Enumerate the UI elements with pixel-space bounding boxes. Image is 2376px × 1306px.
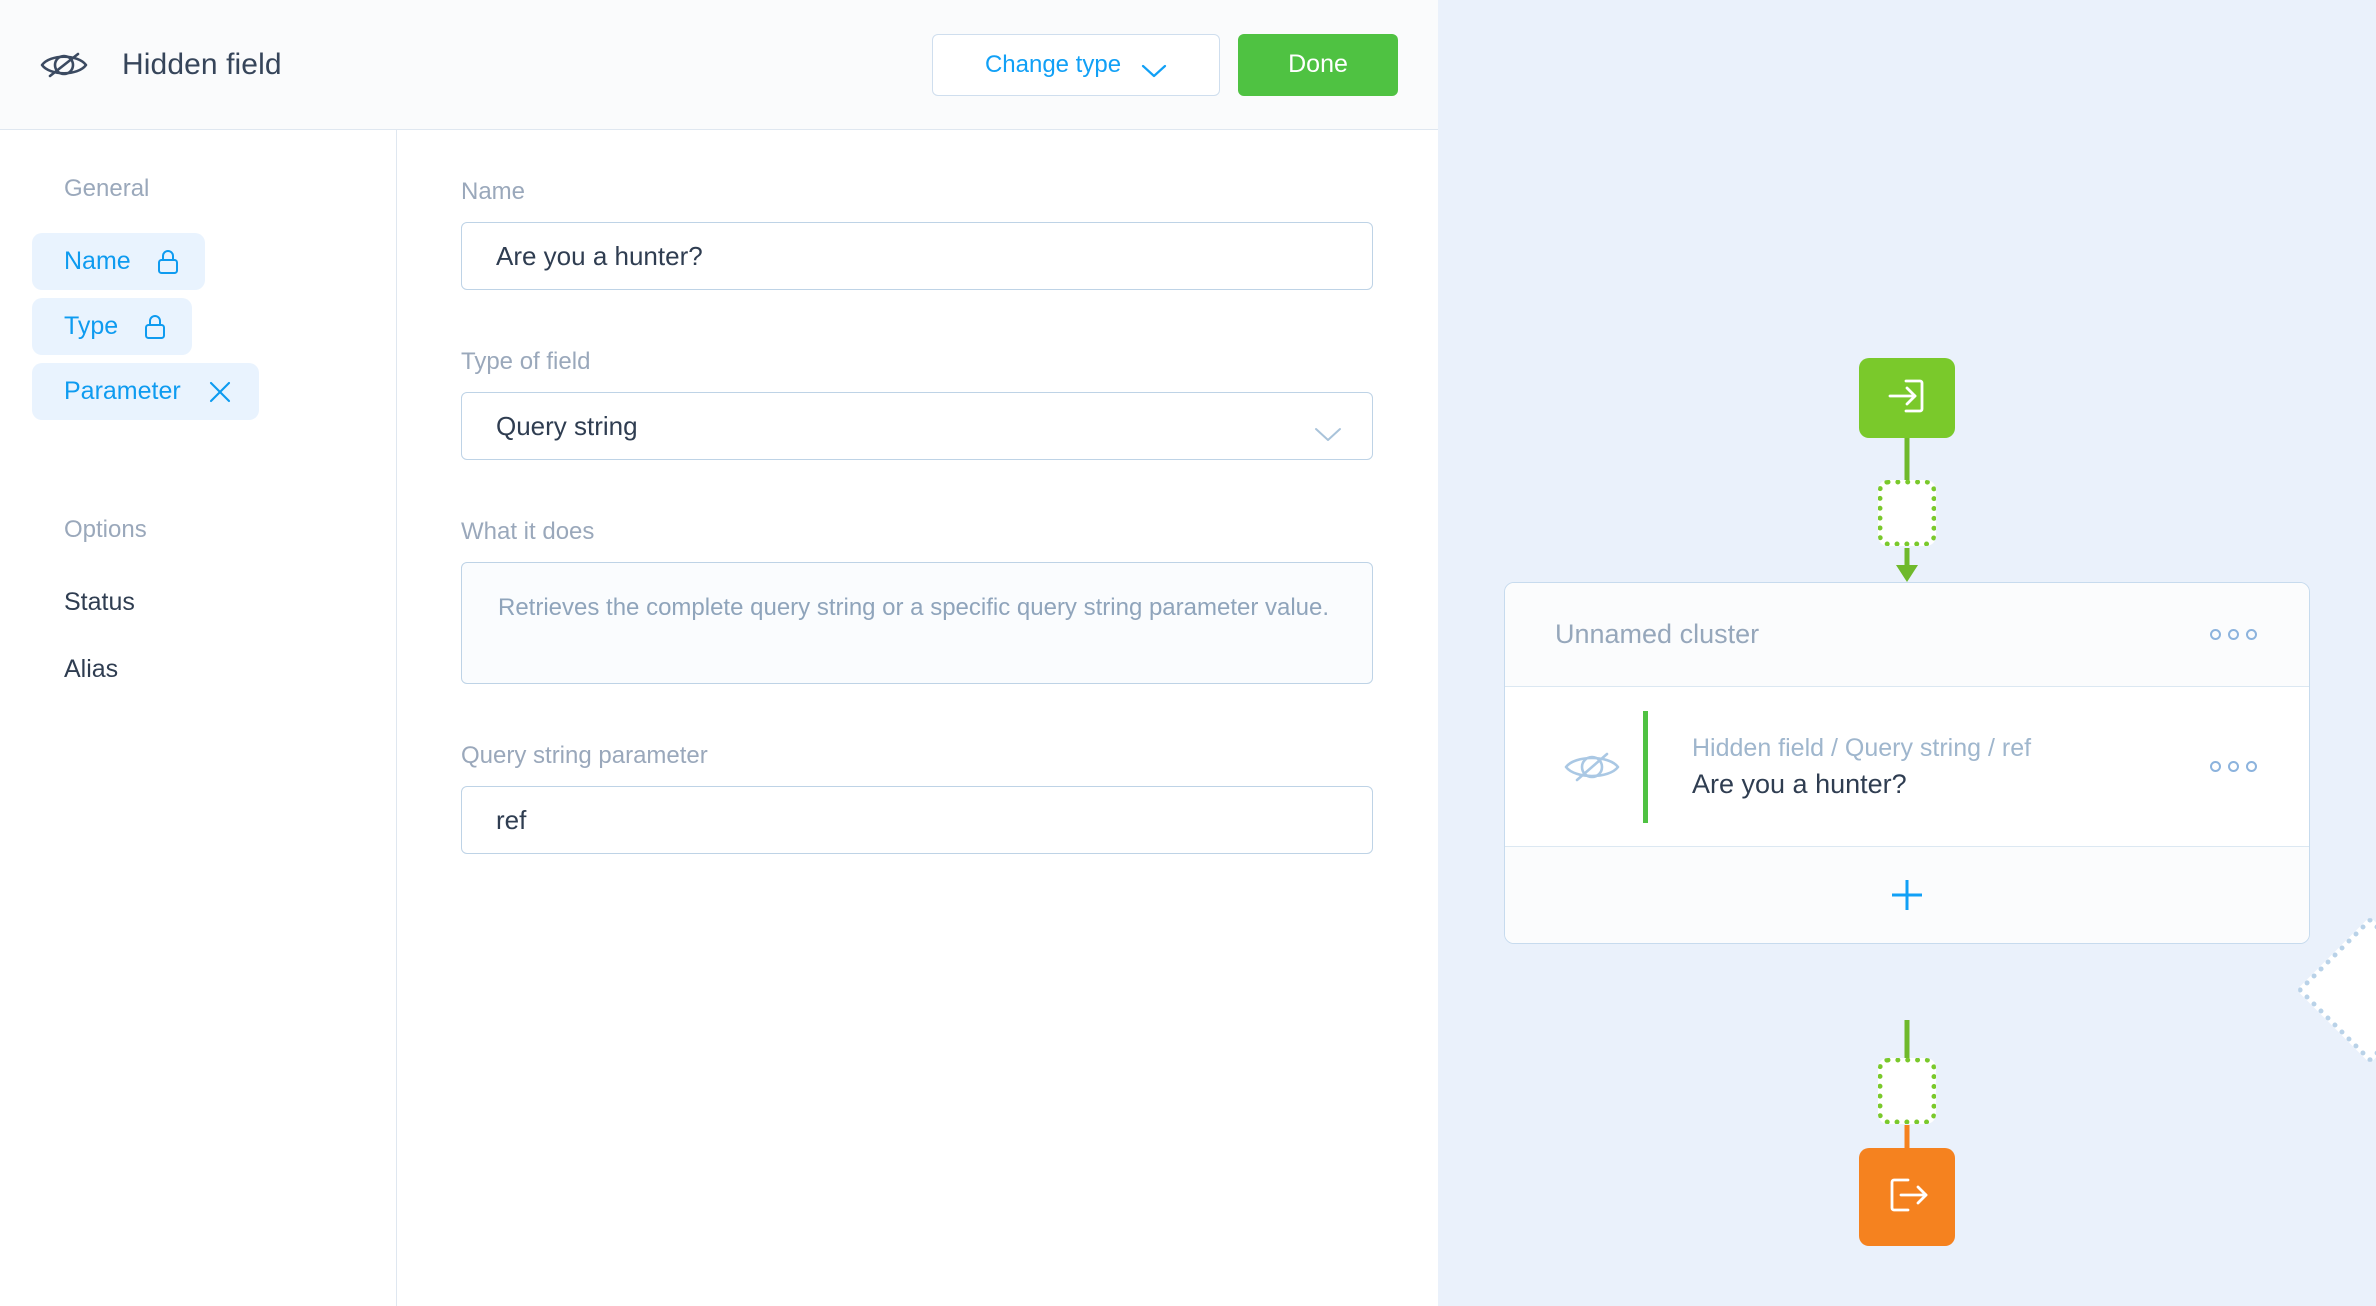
done-label: Done: [1288, 50, 1348, 78]
sidebar-group-general-title: General: [64, 175, 150, 202]
sidebar-item-alias-label: Alias: [64, 655, 119, 683]
type-of-field-value: Query string: [496, 410, 638, 441]
sidebar-item-type-label: Type: [64, 312, 119, 340]
cluster-menu-three-dots-icon[interactable]: [2210, 629, 2257, 640]
row-text: Hidden field / Query string / ref Are yo…: [1692, 734, 2031, 800]
chevron-down-icon: [1314, 418, 1342, 441]
name-field-label: Name: [461, 178, 526, 205]
sidebar-item-parameter-label: Parameter: [64, 377, 181, 405]
eye-slash-icon: [1549, 744, 1635, 790]
header-actions: Change type Done: [932, 33, 1398, 96]
sidebar-item-status[interactable]: Status: [32, 574, 161, 631]
type-of-field-group: Type of field Query string: [461, 348, 1438, 460]
name-input-value: Are you a hunter?: [496, 240, 703, 271]
editor-header: Hidden field Change type Done: [0, 0, 1438, 130]
flow-end-node[interactable]: [1859, 1148, 1955, 1246]
close-icon[interactable]: [207, 379, 233, 405]
page-title: Hidden field: [122, 47, 282, 81]
sidebar-item-alias-row: Alias: [0, 641, 396, 708]
plus-icon: [1890, 878, 1924, 912]
row-menu-three-dots-icon[interactable]: [2210, 761, 2257, 772]
editor-sidebar: General Name Type Parameter Options Stat…: [0, 130, 397, 1306]
name-input[interactable]: Are you a hunter?: [461, 222, 1373, 290]
what-it-does-description: Retrieves the complete query string or a…: [461, 562, 1373, 684]
row-accent-bar: [1643, 710, 1648, 823]
sidebar-item-type[interactable]: Type: [32, 298, 193, 355]
exit-arrow-icon: [1884, 1172, 1930, 1223]
sidebar-item-alias[interactable]: Alias: [32, 641, 144, 698]
lock-icon: [157, 249, 179, 275]
query-string-parameter-group: Query string parameter ref: [461, 742, 1438, 854]
what-it-does-label: What it does: [461, 518, 595, 545]
row-subtitle: Hidden field / Query string / ref: [1692, 733, 2032, 762]
flow-ghost-node-top[interactable]: [1878, 480, 1936, 546]
app-root: Hidden field Change type Done General Na…: [0, 0, 2376, 1306]
sidebar-item-parameter-row: Parameter: [0, 363, 396, 428]
name-field-group: Name Are you a hunter?: [461, 178, 1438, 290]
query-string-parameter-value: ref: [496, 804, 527, 835]
type-of-field-select[interactable]: Query string: [461, 392, 1373, 460]
cluster-row-hidden-field[interactable]: Hidden field / Query string / ref Are yo…: [1505, 687, 2309, 847]
flow-ghost-node-bottom[interactable]: [1878, 1058, 1936, 1124]
change-type-label: Change type: [984, 50, 1122, 78]
flow-connector-top: [1904, 438, 1910, 480]
field-editor-panel: Hidden field Change type Done General Na…: [0, 0, 1438, 1306]
cluster-card: Unnamed cluster Hidden field / Query str…: [1504, 582, 2310, 944]
change-type-button[interactable]: Change type: [932, 33, 1220, 96]
flow-canvas-panel: Unnamed cluster Hidden field / Query str…: [1438, 0, 2376, 1306]
sidebar-item-status-label: Status: [64, 588, 135, 616]
done-button[interactable]: Done: [1238, 33, 1398, 96]
cluster-add-button[interactable]: [1505, 847, 2309, 943]
query-string-parameter-label: Query string parameter: [461, 742, 708, 769]
query-string-parameter-input[interactable]: ref: [461, 786, 1373, 854]
flow-start-node[interactable]: [1859, 358, 1955, 438]
row-title: Are you a hunter?: [1692, 768, 1907, 799]
enter-arrow-icon: [1884, 373, 1930, 424]
cluster-header[interactable]: Unnamed cluster: [1505, 583, 2309, 687]
sidebar-group-options-title: Options: [64, 516, 147, 543]
sidebar-item-name[interactable]: Name: [32, 233, 205, 290]
sidebar-item-parameter[interactable]: Parameter: [32, 363, 259, 420]
cluster-title: Unnamed cluster: [1555, 619, 1760, 649]
sidebar-item-name-label: Name: [64, 247, 131, 275]
editor-body: General Name Type Parameter Options Stat…: [0, 130, 1438, 1306]
sidebar-item-name-row: Name: [0, 233, 396, 298]
eye-slash-icon: [38, 45, 90, 85]
field-settings-form: Name Are you a hunter? Type of field Que…: [397, 130, 1438, 1306]
sidebar-item-status-row: Status: [0, 574, 396, 641]
chevron-down-icon: [1141, 57, 1167, 78]
flow-arrow-into-cluster: [1894, 548, 1920, 582]
what-it-does-group: What it does Retrieves the complete quer…: [461, 518, 1438, 684]
type-of-field-label: Type of field: [461, 348, 591, 375]
lock-icon: [144, 314, 166, 340]
sidebar-item-type-row: Type: [0, 298, 396, 363]
